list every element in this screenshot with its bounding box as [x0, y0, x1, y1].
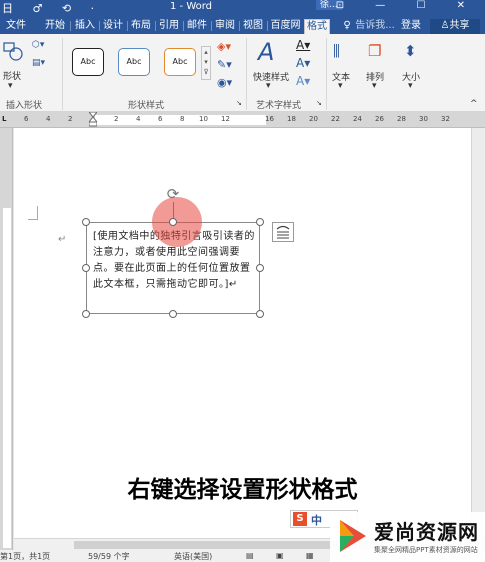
ruler-tick: 8	[180, 115, 185, 123]
ruler-tick: 16	[265, 115, 274, 123]
read-mode-icon[interactable]: ▤	[246, 551, 254, 560]
tab-home[interactable]: 开始	[44, 19, 66, 34]
layout-options-icon[interactable]	[272, 222, 294, 242]
ruler-tick: 4	[136, 115, 141, 123]
shape-effects-icon[interactable]: ◉▾	[217, 76, 232, 89]
arrange-icon[interactable]: ❐	[368, 42, 381, 60]
video-caption: 右键选择设置形状格式	[127, 477, 358, 503]
paragraph-mark: ↵	[58, 234, 67, 245]
resize-handle[interactable]	[256, 310, 264, 318]
site-watermark: 爱尚资源网 集聚全网精品PPT素材资源的网站	[330, 512, 485, 562]
share-button[interactable]: ♙共享	[430, 19, 480, 34]
quick-styles-icon[interactable]: A	[258, 38, 284, 66]
margin-corner-mark	[28, 206, 38, 220]
ruler-tick: 2	[68, 115, 73, 123]
ruler-tick: 10	[199, 115, 208, 123]
text-effects-icon[interactable]: A▾	[296, 74, 310, 88]
indent-marker-icon[interactable]	[87, 111, 99, 127]
tab-file[interactable]: 文件	[4, 19, 28, 34]
play-logo-icon	[334, 516, 370, 556]
tab-view[interactable]: 视图	[242, 19, 264, 34]
ruler-tick: 12	[221, 115, 230, 123]
shapes-gallery-icon[interactable]	[2, 40, 24, 62]
ruler-tick: 18	[287, 115, 296, 123]
resize-handle[interactable]	[256, 264, 264, 272]
shape-style-preset-1[interactable]: Abc	[72, 48, 104, 76]
chevron-down-icon[interactable]: ▾	[372, 81, 377, 91]
ruler-tick: 20	[309, 115, 318, 123]
ruler-tick: 4	[46, 115, 51, 123]
wordart-group-label: 艺术字样式	[256, 101, 302, 111]
ribbon: 形状 ▾ ⬡▾ ▤▾ 插入形状 Abc Abc Abc ▴ ▾ ⊽ ◈▾ ✎▾ ◉▾…	[0, 34, 485, 112]
ruler-tick: 32	[441, 115, 450, 123]
shape-outline-icon[interactable]: ✎▾	[217, 58, 232, 71]
horizontal-ruler[interactable]: L 6 4 2 2 4 6 8 10 12 16 18 20 22 24 26 …	[0, 111, 485, 128]
tab-review[interactable]: 审阅	[214, 19, 236, 34]
chevron-down-icon[interactable]: ▾	[338, 81, 343, 91]
ruler-tick: 6	[24, 115, 29, 123]
tab-design[interactable]: 设计	[102, 19, 124, 34]
chevron-down-icon[interactable]: ▾	[266, 81, 271, 91]
insert-shapes-group-label: 插入形状	[6, 101, 43, 111]
word-count[interactable]: 59/59 个字	[88, 551, 130, 562]
resize-handle[interactable]	[169, 310, 177, 318]
shape-style-preset-3[interactable]: Abc	[164, 48, 196, 76]
watermark-subtitle: 集聚全网精品PPT素材资源的网站	[374, 546, 478, 554]
click-indicator	[152, 197, 202, 247]
page-count[interactable]: 第1页，共1页	[0, 551, 50, 562]
resize-handle[interactable]	[82, 310, 90, 318]
tab-format[interactable]: 格式	[304, 19, 330, 34]
document-title: 1 - Word	[170, 1, 213, 12]
textbox-draw-icon[interactable]: ▤▾	[32, 58, 52, 70]
window-controls[interactable]: ⊡ — ☐ ✕	[336, 0, 479, 11]
ruler-tick: 24	[353, 115, 362, 123]
sogou-logo-icon: S	[293, 512, 307, 526]
language[interactable]: 英语(美国)	[174, 551, 212, 562]
text-direction-icon[interactable]: ⫼	[333, 42, 340, 60]
ime-mode[interactable]: 中	[311, 512, 322, 528]
quick-styles-button[interactable]: 快速样式	[253, 70, 289, 83]
tab-insert[interactable]: 插入	[74, 19, 96, 34]
print-layout-icon[interactable]: ▣	[276, 551, 284, 560]
watermark-title: 爱尚资源网	[374, 520, 479, 544]
gallery-more-icon[interactable]: ▴ ▾ ⊽	[201, 46, 211, 80]
ruler-tick: 26	[375, 115, 384, 123]
shape-styles-group-label: 形状样式	[128, 101, 165, 111]
tell-me-search[interactable]: 告诉我...	[352, 19, 398, 34]
text-fill-icon[interactable]: A▾	[296, 38, 310, 52]
chevron-down-icon[interactable]: ▾	[8, 81, 13, 91]
tab-mailings[interactable]: 邮件	[186, 19, 208, 34]
shape-style-preset-2[interactable]: Abc	[118, 48, 150, 76]
dialog-launcher-icon[interactable]: ↘	[316, 99, 322, 107]
resize-handle[interactable]	[169, 218, 177, 226]
chevron-down-icon[interactable]: ▾	[408, 81, 413, 91]
vertical-scrollbar[interactable]	[471, 128, 485, 538]
ruler-tick: 22	[331, 115, 340, 123]
title-bar: 日 ♂ ⟲ · 1 - Word 徐... ⊡ — ☐ ✕	[0, 0, 485, 17]
tab-baidu[interactable]: 百度网	[269, 19, 302, 34]
size-icon[interactable]: ⬍	[404, 42, 417, 60]
tab-selector-icon[interactable]: L	[2, 115, 6, 123]
ruler-tick: 28	[397, 115, 406, 123]
edit-shape-icon[interactable]: ⬡▾	[32, 40, 52, 52]
ruler-tick: 2	[114, 115, 119, 123]
ruler-tick: 30	[419, 115, 428, 123]
resize-handle[interactable]	[82, 264, 90, 272]
login-link[interactable]: 登录	[400, 19, 422, 34]
text-outline-icon[interactable]: A▾	[296, 56, 310, 70]
resize-handle[interactable]	[82, 218, 90, 226]
ribbon-tabs: 文件 开始 插入 设计 布局 引用 邮件 审阅 视图 百度网 格式 ♀ 告诉我.…	[0, 17, 485, 34]
resize-handle[interactable]	[256, 218, 264, 226]
dialog-launcher-icon[interactable]: ↘	[236, 99, 242, 107]
share-label: 共享	[449, 20, 470, 31]
collapse-ribbon-icon[interactable]: ^	[470, 99, 478, 109]
tab-layout[interactable]: 布局	[130, 19, 152, 34]
rotate-handle-icon[interactable]: ⟳	[165, 186, 181, 202]
quick-access-toolbar[interactable]: 日 ♂ ⟲ ·	[2, 0, 102, 16]
web-layout-icon[interactable]: ▦	[306, 551, 314, 560]
shape-fill-icon[interactable]: ◈▾	[217, 40, 231, 53]
tab-references[interactable]: 引用	[158, 19, 180, 34]
ruler-tick: 6	[158, 115, 163, 123]
